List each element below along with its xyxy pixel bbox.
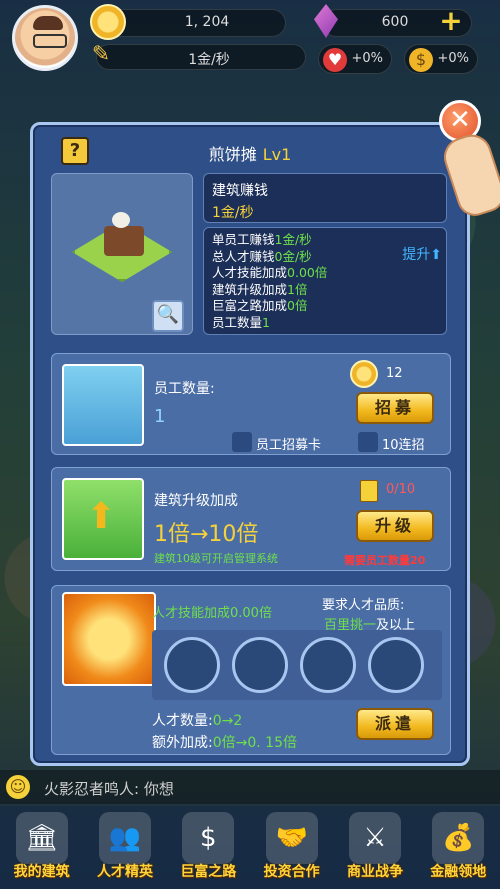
stat-upgrade-bonus: 建筑升级加成1倍 (212, 281, 308, 297)
money-bag-icon: 💰 (432, 812, 485, 864)
tab-my-buildings[interactable]: 🏛 我的建筑 (0, 806, 83, 889)
tab-investment[interactable]: 🤝 投资合作 (250, 806, 333, 889)
tab-label: 人才精英 (96, 864, 153, 880)
heart-buff[interactable]: ♥ +0% (318, 44, 392, 74)
stats-box: 单员工赚钱1金/秒 总人才赚钱0金/秒 人才技能加成0.00倍 建筑升级加成1倍… (203, 227, 447, 335)
pencil-icon: ✎ (91, 42, 111, 67)
coin-value: 1, 204 (184, 14, 230, 30)
tab-finance-territory[interactable]: 💰 金融领地 (417, 806, 500, 889)
chat-bar[interactable]: ☺ 火影忍者鸣人: 你想 (0, 770, 500, 804)
tab-label: 巨富之路 (180, 864, 237, 880)
upgrade-from-to: 1倍→10倍 (154, 522, 259, 547)
ten-recruit-icon (358, 432, 378, 452)
recruit-card-icon (232, 432, 252, 452)
stat-rich-path: 巨富之路加成0倍 (212, 298, 308, 313)
staff-label: 员工数量: (154, 381, 215, 397)
talent-slot[interactable] (232, 637, 288, 693)
panel-title: 煎饼摊 Lv1 (33, 141, 467, 165)
people-icon: 👥 (98, 812, 151, 864)
talent-slots (152, 630, 442, 700)
coin-icon (350, 360, 378, 388)
talent-count: 人才数量:0→2 (152, 713, 243, 729)
staff-card: 员工数量: 1 12 招募 员工招募卡 10连招 (51, 353, 451, 455)
dispatch-button[interactable]: 派遣 (356, 708, 434, 740)
talent-portrait (62, 592, 156, 686)
player-avatar[interactable] (12, 5, 78, 71)
coin-bag-icon: $ (409, 48, 433, 72)
building-icon: 🏛 (15, 812, 68, 864)
upgrade-progress: 0/10 (386, 482, 416, 497)
building-level: Lv1 (262, 145, 292, 164)
smile-icon[interactable]: ☺ (6, 775, 30, 799)
talent-skill-label: 人才技能加成0.00倍 (152, 606, 272, 621)
talent-slot[interactable] (164, 637, 220, 693)
tab-label: 投资合作 (263, 864, 320, 880)
stat-staff-count: 员工数量1 (212, 314, 270, 330)
building-name: 煎饼摊 (208, 145, 257, 164)
talent-slot[interactable] (300, 637, 356, 693)
tab-label: 我的建筑 (13, 864, 70, 880)
talent-extra: 额外加成:0倍→0. 15倍 (152, 735, 297, 751)
chat-message: 火影忍者鸣人: 你想 (44, 780, 174, 798)
magnifier-icon: 🔍 (156, 304, 180, 325)
upgrade-label: 建筑升级加成 (154, 493, 238, 509)
recruit-button[interactable]: 招募 (356, 392, 434, 424)
staff-count: 1 (154, 406, 166, 427)
dollar-icon: $ (182, 812, 235, 864)
gem-value: 600 (381, 14, 409, 30)
income-rate: 1金/秒 (96, 44, 306, 70)
stat-talent-skill: 人才技能加成0.00倍 (212, 265, 328, 280)
building-preview: 🔍 (51, 173, 193, 335)
swords-icon: ⚔ (348, 812, 401, 864)
building-upgrade-image: ⬆ (62, 478, 144, 560)
income-rate-value: 1金/秒 (188, 52, 230, 68)
recruit-cost: 12 (386, 366, 403, 381)
building-panel: ? 煎饼摊 Lv1 🔍 建筑赚钱 1金/秒 单员工赚钱1金/秒 总人才赚钱0金/秒… (30, 122, 470, 766)
handshake-icon: 🤝 (265, 812, 318, 864)
coin-buff[interactable]: $ +0% (404, 44, 478, 74)
arrow-up-icon: ⬆ (430, 247, 442, 263)
income-title: 建筑赚钱 (212, 183, 268, 199)
talent-slot[interactable] (368, 637, 424, 693)
tab-business-war[interactable]: ⚔ 商业战争 (333, 806, 416, 889)
coin-icon (90, 4, 126, 40)
recruit-card-label[interactable]: 员工招募卡 (256, 434, 321, 453)
top-hud: 1, 204 600 + 1金/秒 ✎ ♥ +0% $ +0% (0, 0, 500, 80)
tab-label: 金融领地 (430, 864, 487, 880)
boost-button[interactable]: 提升⬆ (402, 244, 442, 264)
tab-label: 商业战争 (346, 864, 403, 880)
pancake-stall-image (104, 212, 144, 256)
staff-group-image (62, 364, 144, 446)
tab-rich-path[interactable]: $ 巨富之路 (167, 806, 250, 889)
ten-recruit-label[interactable]: 10连招 (382, 434, 425, 453)
upgrade-hint: 建筑10级可开启管理系统 (154, 552, 278, 565)
add-gems-button[interactable]: + (438, 7, 464, 35)
income-value: 1金/秒 (212, 205, 254, 221)
upgrade-requirement: 需要员工数量20 (344, 554, 426, 567)
upgrade-button[interactable]: 升级 (356, 510, 434, 542)
coin-buff-value: +0% (437, 51, 469, 66)
heart-icon: ♥ (323, 48, 347, 72)
tab-talent-elite[interactable]: 👥 人才精英 (83, 806, 166, 889)
arrow-up-icon: ⬆ (86, 496, 117, 537)
building-income-box: 建筑赚钱 1金/秒 (203, 173, 447, 223)
talent-card: 人才技能加成0.00倍 要求人才品质: 百里挑一及以上 人才数量:0→2 额外加… (51, 585, 451, 755)
heart-buff-value: +0% (351, 51, 383, 66)
staff-card-icon (360, 480, 378, 502)
talent-req-title: 要求人才品质: (322, 598, 405, 613)
upgrade-card: ⬆ 建筑升级加成 1倍→10倍 建筑10级可开启管理系统 0/10 升级 需要员… (51, 467, 451, 571)
bottom-tab-bar: 🏛 我的建筑 👥 人才精英 $ 巨富之路 🤝 投资合作 ⚔ 商业战争 💰 金融领… (0, 806, 500, 889)
zoom-button[interactable]: 🔍 (152, 300, 184, 332)
